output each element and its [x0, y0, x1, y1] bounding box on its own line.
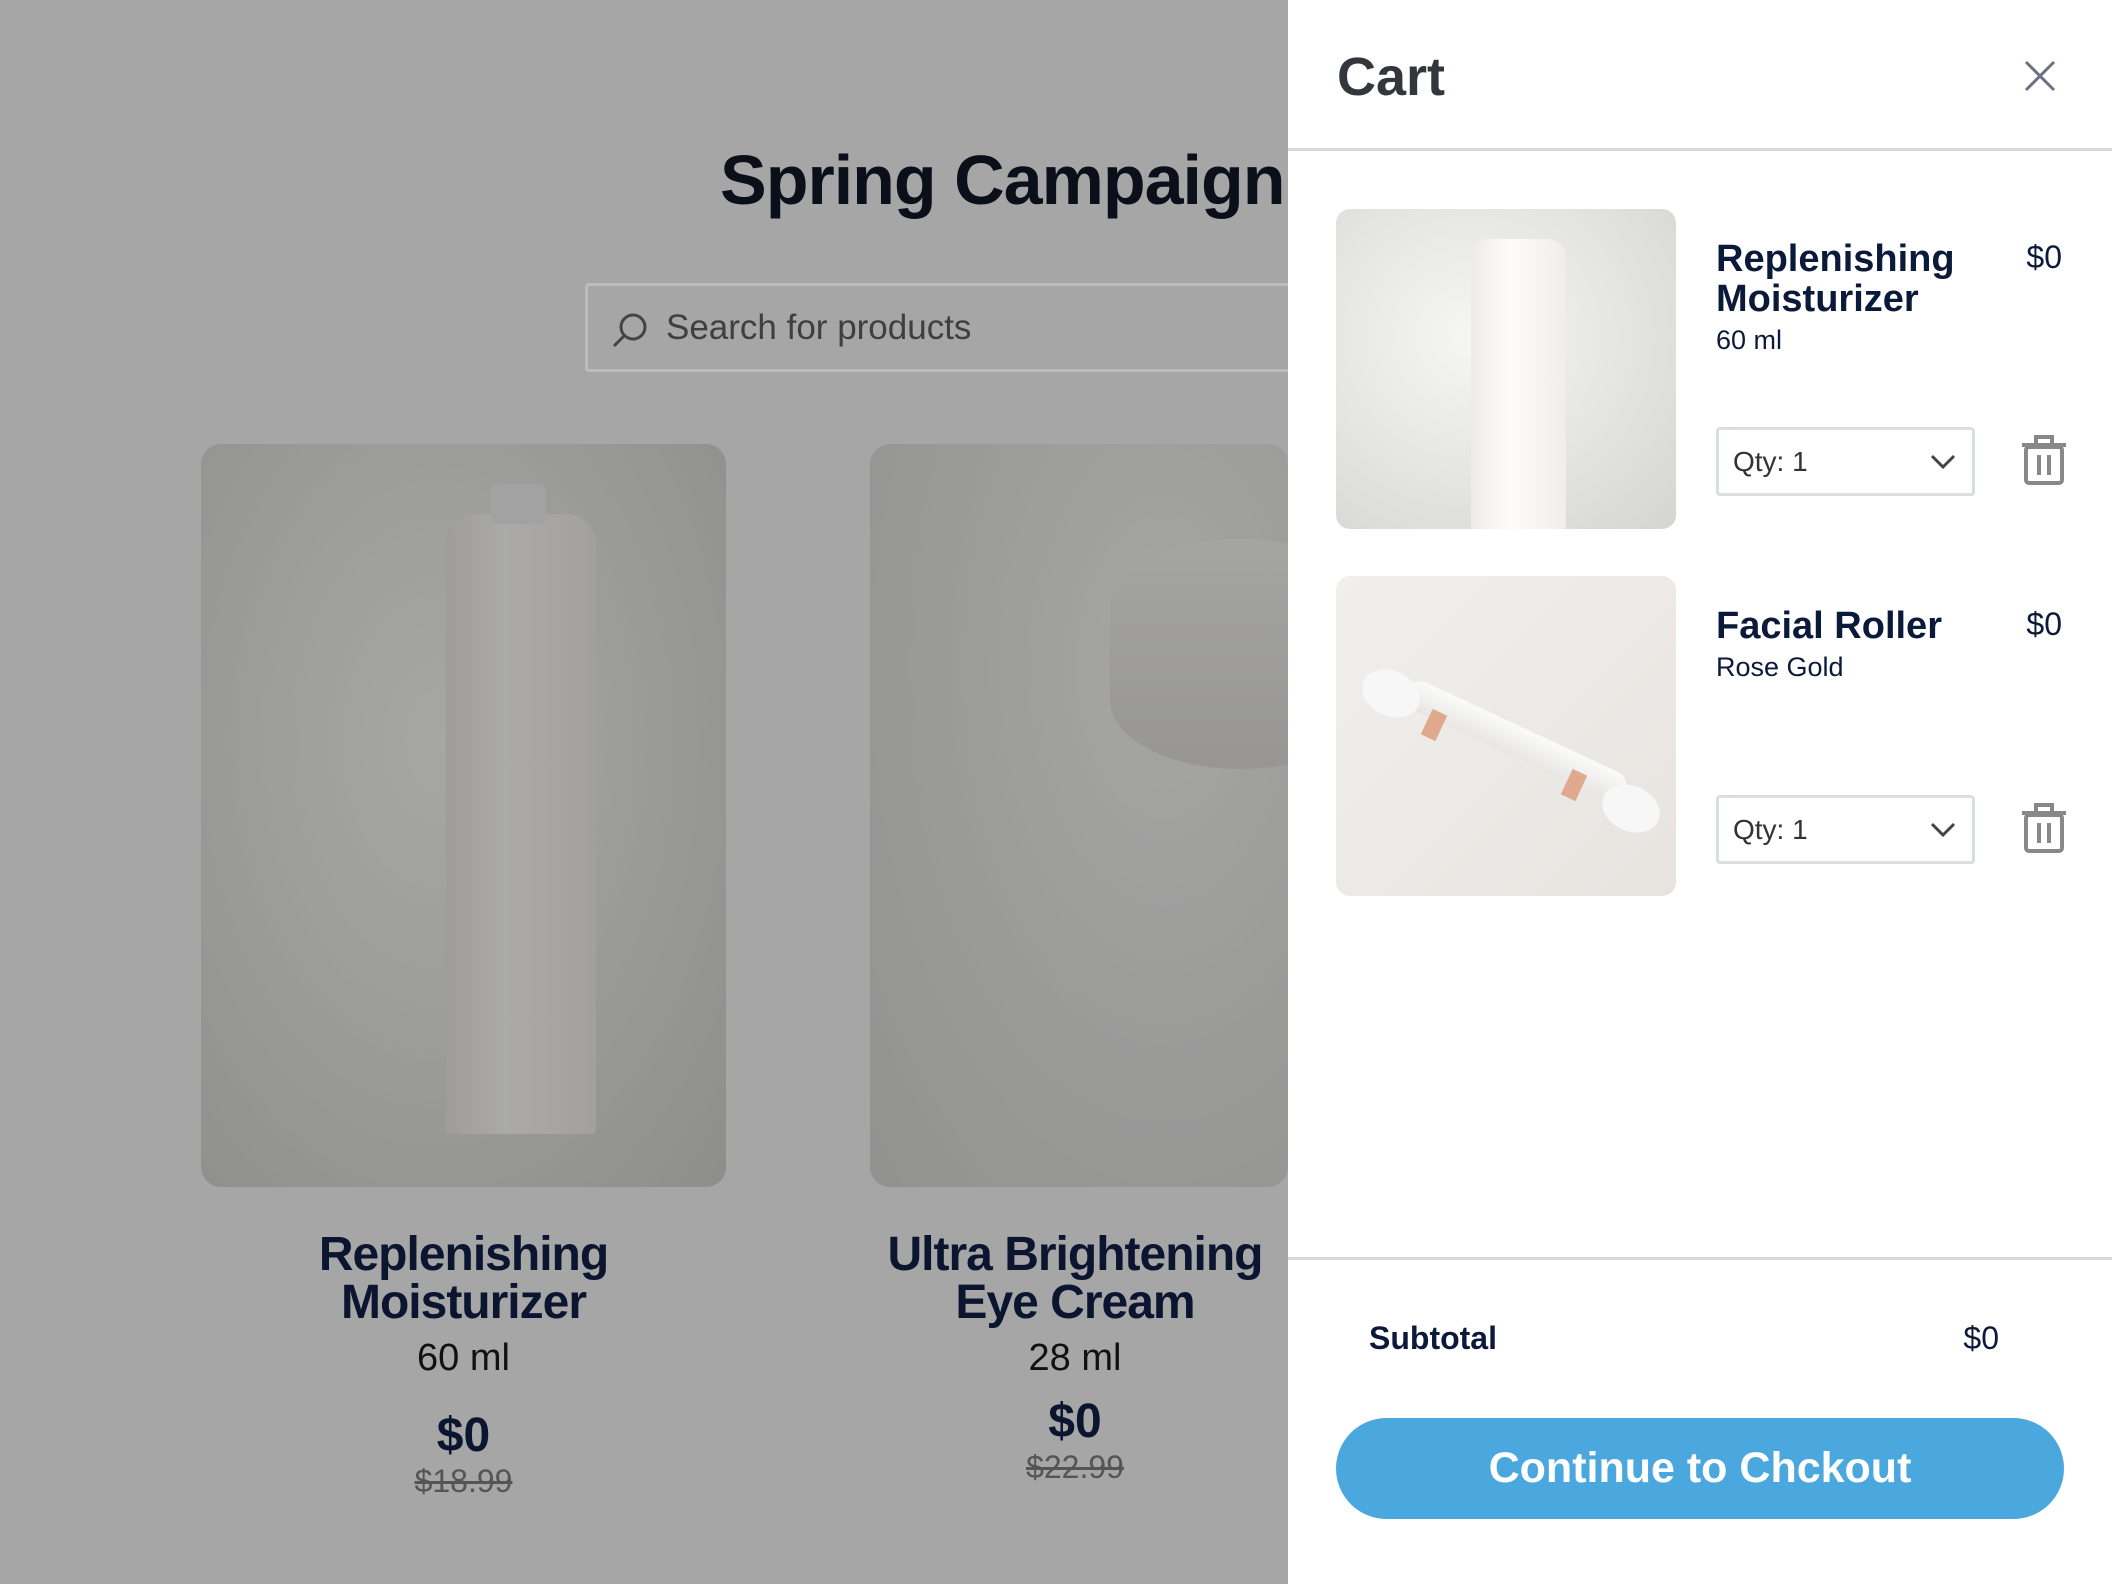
- footer-divider: [1288, 1257, 2112, 1260]
- cart-item-variant: Rose Gold: [1716, 652, 1844, 682]
- product-image-eye-cream[interactable]: [870, 444, 1288, 1187]
- trash-icon[interactable]: [2022, 803, 2066, 853]
- product-old-price: $22.99: [1026, 1449, 1124, 1485]
- page-title: Spring Campaign: [720, 141, 1285, 219]
- product-old-price: $18.99: [414, 1463, 513, 1499]
- cart-drawer: Cart Replenishing Moisturizer $0 60 ml Q…: [1288, 0, 2112, 1584]
- product-card[interactable]: Replenishing Moisturizer 60 ml $0 $18.99: [201, 444, 726, 1500]
- product-price: $0: [436, 1409, 491, 1462]
- chevron-down-icon: [1930, 822, 1956, 838]
- quantity-value: Qty: 1: [1733, 446, 1808, 477]
- checkout-button[interactable]: Continue to Chckout: [1336, 1418, 2064, 1519]
- cart-item-image: [1336, 209, 1676, 529]
- product-image-moisturizer[interactable]: [201, 444, 726, 1187]
- product-price: $0: [1048, 1395, 1102, 1448]
- cart-title: Cart: [1337, 47, 1446, 107]
- chevron-down-icon: [1930, 454, 1956, 470]
- quantity-value: Qty: 1: [1733, 814, 1808, 845]
- product-name[interactable]: Replenishing Moisturizer: [254, 1231, 674, 1327]
- product-name[interactable]: Ultra Brightening Eye Cream: [875, 1231, 1275, 1327]
- cart-item-variant: 60 ml: [1716, 325, 1783, 355]
- product-size: 28 ml: [1028, 1337, 1122, 1379]
- search-placeholder: Search for products: [666, 308, 972, 347]
- cart-item-image: [1336, 576, 1676, 896]
- cart-item-name: Replenishing Moisturizer: [1716, 238, 1955, 320]
- search-icon: [612, 313, 647, 348]
- quantity-select[interactable]: Qty: 1: [1716, 795, 1975, 864]
- search-input[interactable]: Search for products: [585, 283, 1288, 372]
- cart-item: Facial Roller $0 Rose Gold Qty: 1: [1336, 576, 2076, 896]
- cart-item-name: Facial Roller: [1716, 605, 1942, 647]
- product-card[interactable]: Ultra Brightening Eye Cream 28 ml $0 $22…: [870, 444, 1288, 1486]
- cart-item-price: $0: [2026, 606, 2062, 642]
- cart-item-price: $0: [2026, 239, 2062, 275]
- storefront-page: Spring Campaign Search for products Repl…: [0, 0, 1288, 1584]
- quantity-select[interactable]: Qty: 1: [1716, 427, 1975, 496]
- cart-item: Replenishing Moisturizer $0 60 ml Qty: 1: [1336, 209, 2076, 529]
- close-icon[interactable]: [2020, 56, 2060, 96]
- header-divider: [1288, 148, 2112, 151]
- subtotal-value: $0: [1963, 1320, 1999, 1356]
- subtotal-label: Subtotal: [1369, 1320, 1497, 1356]
- product-size: 60 ml: [417, 1337, 510, 1379]
- trash-icon[interactable]: [2022, 435, 2066, 485]
